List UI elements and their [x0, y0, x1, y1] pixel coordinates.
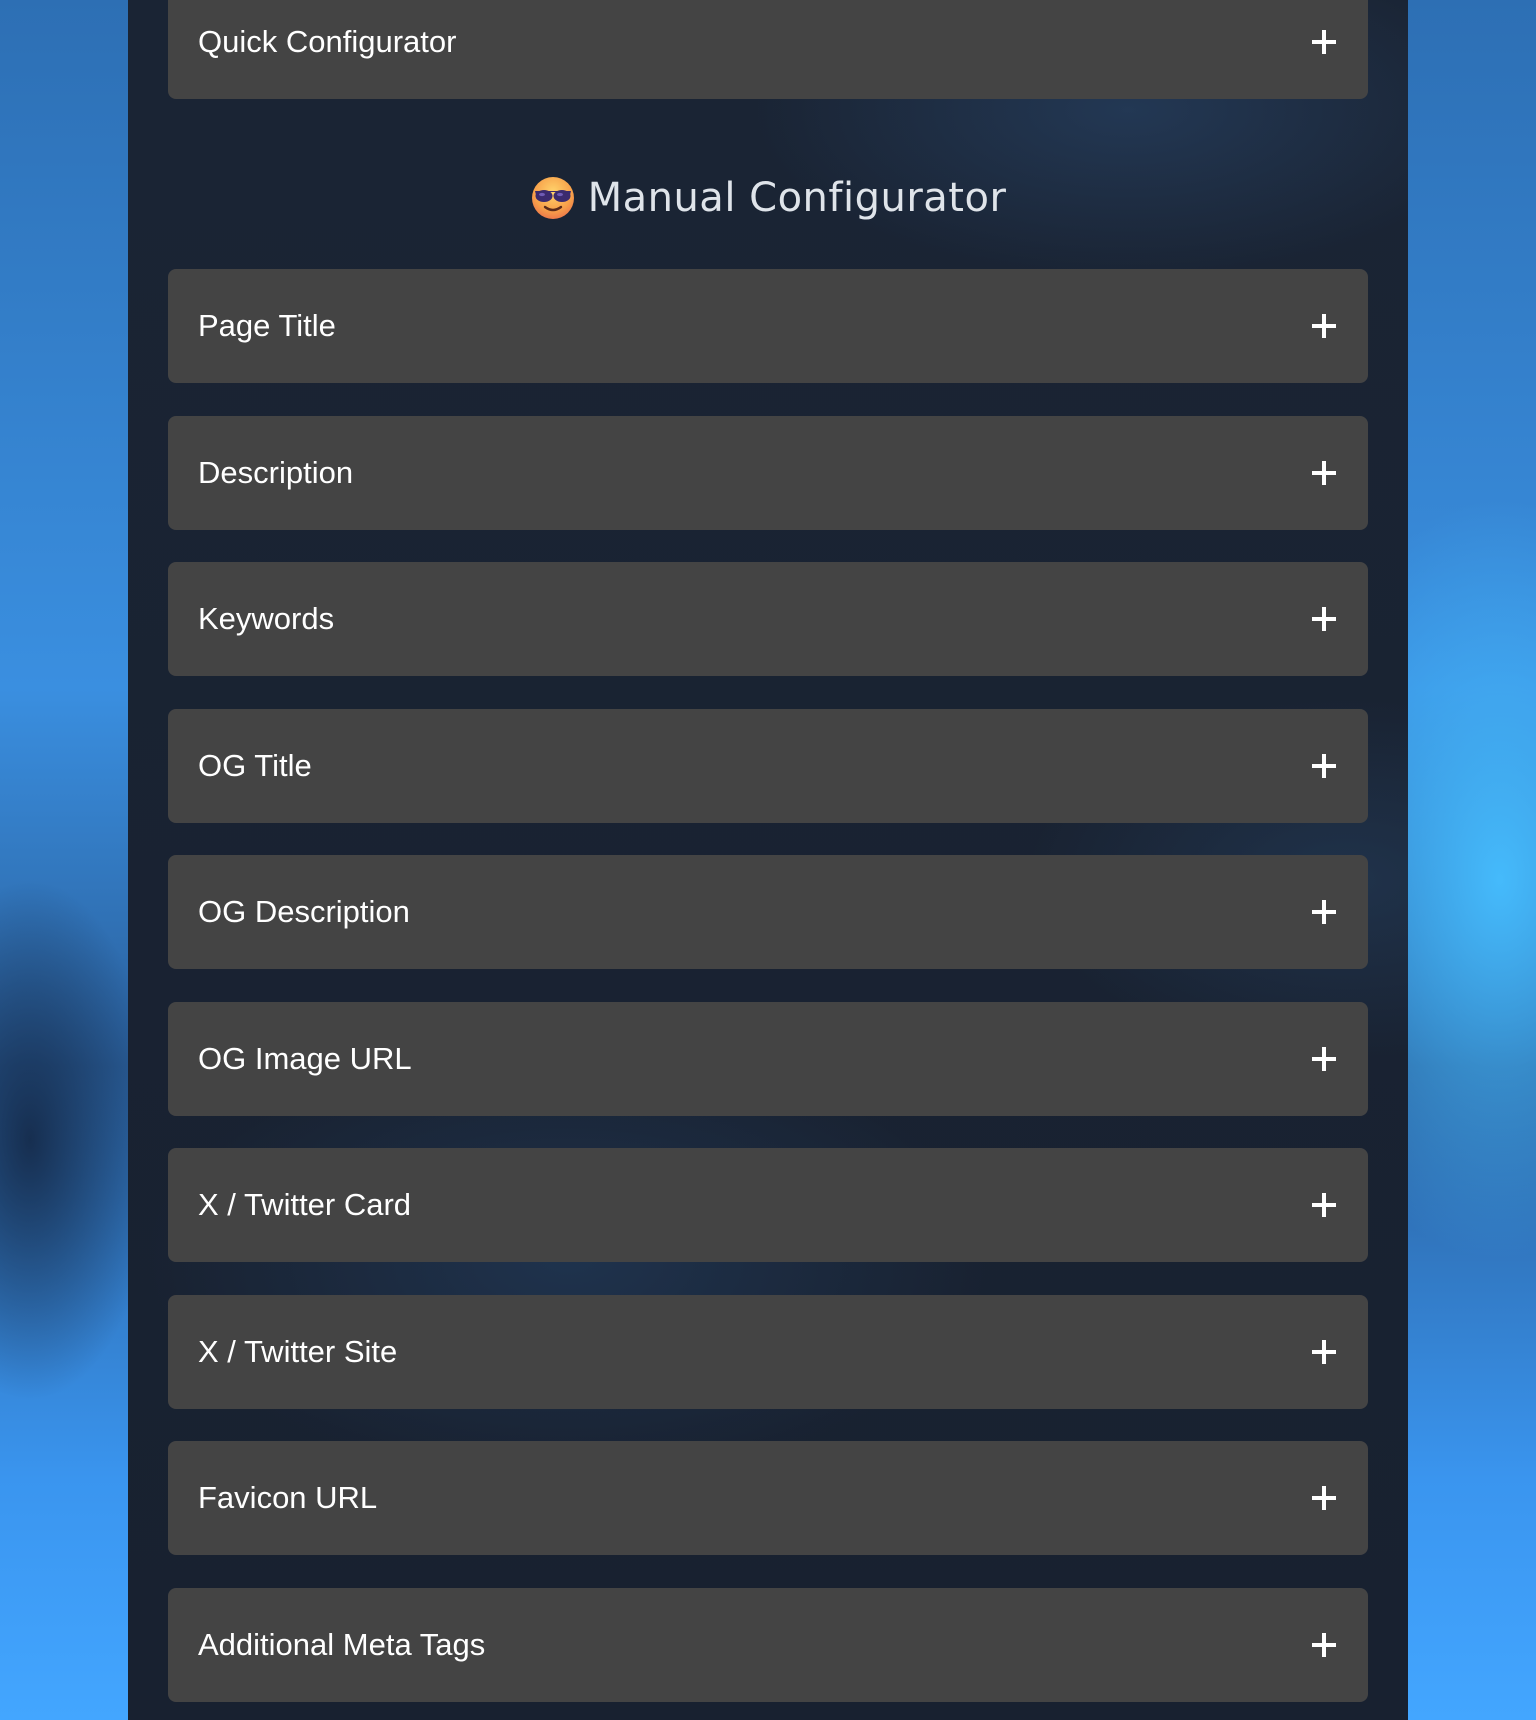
plus-icon[interactable]	[1312, 1486, 1336, 1510]
accordion-quick-configurator[interactable]: Quick Configurator	[168, 0, 1368, 99]
sunglasses-face-emoji-icon	[531, 177, 574, 219]
plus-icon[interactable]	[1312, 314, 1336, 338]
accordion-label: Quick Configurator	[198, 24, 457, 59]
accordion-label: OG Description	[198, 894, 410, 929]
accordion-favicon-url[interactable]: Favicon URL	[168, 1441, 1368, 1555]
accordion-label: Description	[198, 455, 354, 490]
accordion-og-title[interactable]: OG Title	[168, 709, 1368, 823]
accordion-label: Favicon URL	[198, 1480, 378, 1515]
accordion-label: OG Title	[198, 748, 312, 783]
accordion-x-twitter-site[interactable]: X / Twitter Site	[168, 1295, 1368, 1409]
accordion-keywords[interactable]: Keywords	[168, 562, 1368, 676]
accordion-label: Page Title	[198, 308, 336, 343]
configurator-panel: Quick Configurator Manual Configurator P…	[128, 0, 1408, 1720]
accordion-og-description[interactable]: OG Description	[168, 855, 1368, 969]
section-heading-manual-configurator: Manual Configurator	[128, 170, 1408, 226]
plus-icon[interactable]	[1312, 607, 1336, 631]
accordion-description[interactable]: Description	[168, 416, 1368, 530]
plus-icon[interactable]	[1312, 461, 1336, 485]
accordion-page-title[interactable]: Page Title	[168, 269, 1368, 383]
plus-icon[interactable]	[1312, 900, 1336, 924]
accordion-label: X / Twitter Site	[198, 1334, 398, 1369]
plus-icon[interactable]	[1312, 1340, 1336, 1364]
accordion-x-twitter-card[interactable]: X / Twitter Card	[168, 1148, 1368, 1262]
accordion-label: OG Image URL	[198, 1041, 412, 1076]
accordion-label: Additional Meta Tags	[198, 1627, 486, 1662]
accordion-label: Keywords	[198, 601, 335, 636]
plus-icon[interactable]	[1312, 754, 1336, 778]
accordion-additional-meta-tags[interactable]: Additional Meta Tags	[168, 1588, 1368, 1702]
accordion-og-image-url[interactable]: OG Image URL	[168, 1002, 1368, 1116]
plus-icon[interactable]	[1312, 1193, 1336, 1217]
section-heading-text: Manual Configurator	[587, 175, 1007, 221]
plus-icon[interactable]	[1312, 30, 1336, 54]
accordion-label: X / Twitter Card	[198, 1187, 412, 1222]
plus-icon[interactable]	[1312, 1633, 1336, 1657]
plus-icon[interactable]	[1312, 1047, 1336, 1071]
